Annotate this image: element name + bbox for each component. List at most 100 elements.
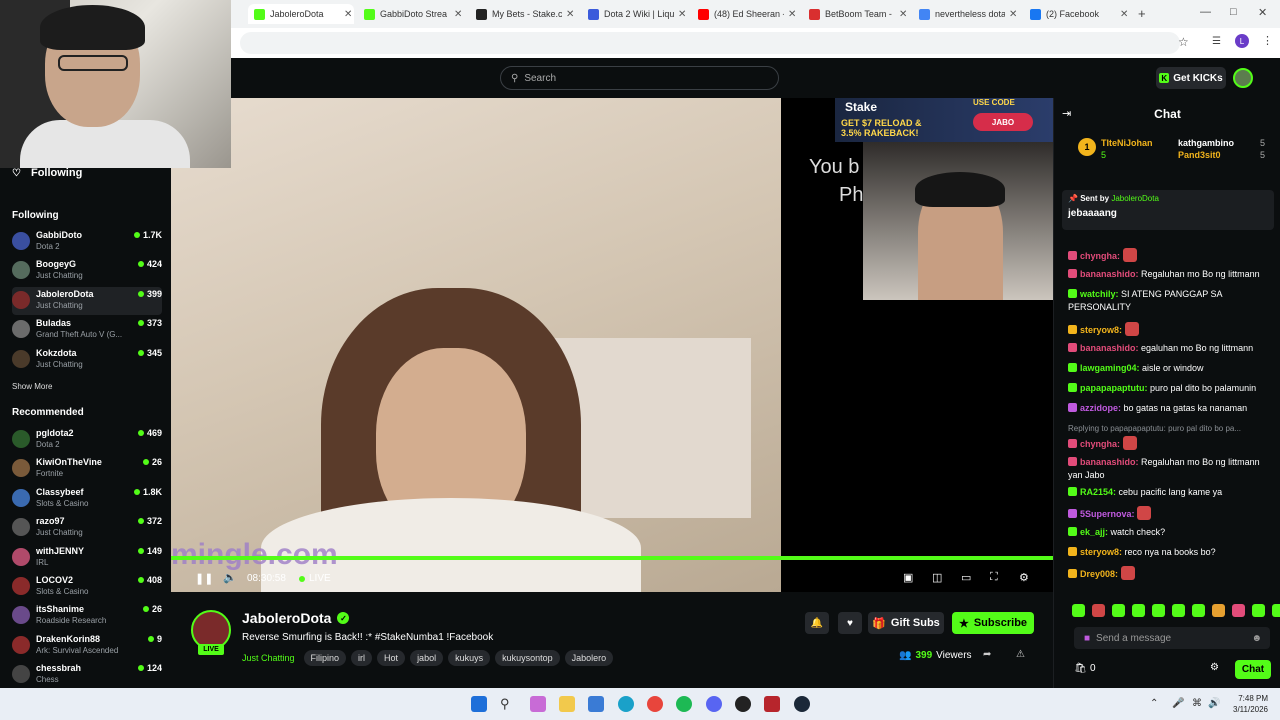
browser-tab[interactable]: JaboleroDota ✕	[248, 4, 354, 24]
quick-emote-icon[interactable]	[1172, 604, 1185, 617]
url-field[interactable]	[240, 32, 1180, 54]
system-clock[interactable]: 7:48 PM 3/11/2026	[1233, 693, 1268, 715]
dota-icon[interactable]	[764, 696, 780, 712]
store-icon[interactable]	[588, 696, 604, 712]
clip-icon[interactable]: ◫	[932, 571, 942, 584]
sidebar-channel[interactable]: BoogeyG Just Chatting 424	[12, 257, 162, 285]
chrome-icon[interactable]	[647, 696, 663, 712]
stream-tag[interactable]: irl	[351, 650, 373, 666]
chat-username[interactable]: chynghа:	[1080, 439, 1120, 449]
file-explorer-icon[interactable]	[559, 696, 575, 712]
stream-tag[interactable]: Jabolero	[564, 650, 614, 666]
sidebar-channel[interactable]: JaboleroDota Just Chatting 399	[12, 286, 162, 315]
tab-close-icon[interactable]: ✕	[344, 9, 352, 20]
maximize-icon[interactable]: □	[1230, 6, 1237, 18]
pip-icon[interactable]: ▣	[903, 571, 913, 584]
emoji-icon[interactable]: ☻	[1251, 633, 1262, 644]
fullscreen-icon[interactable]: ⛶	[990, 571, 998, 584]
profile-avatar[interactable]: L	[1235, 34, 1249, 48]
pause-icon[interactable]: ❚❚	[195, 572, 213, 585]
top-gifter-name[interactable]: Pand3sit0	[1178, 150, 1221, 160]
search-input[interactable]: ⚲ Search	[500, 66, 779, 90]
stream-tag[interactable]: Hot	[377, 650, 406, 666]
menu-icon[interactable]: ⋮	[1262, 34, 1273, 47]
tab-close-icon[interactable]: ✕	[454, 9, 462, 20]
copilot-icon[interactable]	[530, 696, 546, 712]
tab-close-icon[interactable]: ✕	[678, 9, 686, 20]
chat-send-button[interactable]: Chat	[1235, 660, 1271, 679]
tray-chevron-icon[interactable]: ⌃	[1150, 698, 1158, 709]
windows-start-icon[interactable]	[471, 696, 487, 712]
browser-tab[interactable]: (2) Facebook ✕	[1024, 4, 1130, 24]
sidebar-channel[interactable]: GabbiDoto Dota 2 1.7K	[12, 228, 162, 256]
close-window-icon[interactable]: ✕	[1258, 6, 1267, 19]
quick-emote-icon[interactable]	[1132, 604, 1145, 617]
quick-emote-icon[interactable]	[1092, 604, 1105, 617]
discord-icon[interactable]	[706, 696, 722, 712]
tab-close-icon[interactable]: ✕	[1009, 9, 1017, 20]
stream-tag[interactable]: Filipino	[303, 650, 347, 666]
pinned-message[interactable]: 📌 Sent by JaboleroDota jebaaaang	[1062, 190, 1274, 230]
streamer-name[interactable]: JaboleroDota	[242, 610, 331, 626]
chat-username[interactable]: bananashido:	[1080, 269, 1139, 279]
search-icon[interactable]: ⚲	[500, 696, 516, 712]
quick-emote-icon[interactable]	[1272, 604, 1280, 617]
minimize-icon[interactable]: —	[1200, 6, 1211, 18]
edge-icon[interactable]	[618, 696, 634, 712]
tab-close-icon[interactable]: ✕	[899, 9, 907, 20]
tab-close-icon[interactable]: ✕	[566, 9, 574, 20]
volume-icon[interactable]: 🔈	[223, 571, 237, 584]
theater-mode-icon[interactable]: ▭	[961, 571, 971, 584]
sidebar-channel[interactable]: LOCOV2 Slots & Casino 408	[12, 573, 162, 601]
report-flag-icon[interactable]: ⚠	[1016, 649, 1025, 660]
chat-username[interactable]: bananashido:	[1080, 457, 1139, 467]
quick-emote-icon[interactable]	[1112, 604, 1125, 617]
obs-icon[interactable]	[735, 696, 751, 712]
gift-subs-button[interactable]: 🎁 Gift Subs	[868, 612, 944, 634]
wifi-icon[interactable]: ⌘	[1192, 698, 1202, 709]
quick-emote-icon[interactable]	[1072, 604, 1085, 617]
chat-username[interactable]: 5Supernova:	[1080, 509, 1135, 519]
quick-emote-icon[interactable]	[1232, 604, 1245, 617]
chat-username[interactable]: RA2154:	[1080, 487, 1116, 497]
pinned-user[interactable]: JaboleroDota	[1111, 194, 1159, 203]
subscribe-button[interactable]: ★ Subscribe	[952, 612, 1034, 634]
notification-bell-button[interactable]: 🔔	[805, 612, 829, 634]
bookmark-star-icon[interactable]: ☆	[1178, 35, 1189, 49]
chat-username[interactable]: papapapaptutu:	[1080, 383, 1148, 393]
sidebar-channel[interactable]: Classybeef Slots & Casino 1.8K	[12, 485, 162, 513]
top-gifter-name[interactable]: TIteNiJohan	[1101, 138, 1153, 148]
settings-gear-icon[interactable]: ⚙	[1019, 571, 1029, 584]
quick-emote-icon[interactable]	[1152, 604, 1165, 617]
sidebar-channel[interactable]: pgldota2 Dota 2 469	[12, 426, 162, 454]
chat-username[interactable]: watchily:	[1080, 289, 1119, 299]
steam-icon[interactable]	[794, 696, 810, 712]
sidebar-channel[interactable]: chessbrah Chess 124	[12, 661, 162, 689]
reading-list-icon[interactable]: ☰	[1212, 36, 1221, 47]
stream-tag[interactable]: jabol	[410, 650, 444, 666]
sidebar-channel[interactable]: DrakenKorin88 Ark: Survival Ascended 9	[12, 632, 162, 660]
mic-icon[interactable]: 🎤	[1172, 698, 1184, 709]
get-kicks-button[interactable]: K Get KICKs	[1156, 67, 1226, 89]
quick-emote-icon[interactable]	[1192, 604, 1205, 617]
points-icon[interactable]: 🛍	[1074, 663, 1087, 674]
spotify-icon[interactable]	[676, 696, 692, 712]
quick-emote-icon[interactable]	[1212, 604, 1225, 617]
category-link[interactable]: Just Chatting	[242, 653, 295, 663]
chat-settings-icon[interactable]: ⚙	[1210, 662, 1219, 673]
sidebar-channel[interactable]: Kokzdota Just Chatting 345	[12, 346, 162, 374]
quick-emote-icon[interactable]	[1252, 604, 1265, 617]
chat-username[interactable]: Drey008:	[1080, 569, 1118, 579]
chat-username[interactable]: steryow8:	[1080, 547, 1122, 557]
tab-close-icon[interactable]: ✕	[788, 9, 796, 20]
browser-tab[interactable]: My Bets - Stake.c ✕	[470, 4, 576, 24]
sidebar-channel[interactable]: razo97 Just Chatting 372	[12, 514, 162, 542]
browser-tab[interactable]: GabbiDoto Strea ✕	[358, 4, 464, 24]
user-avatar[interactable]	[1233, 68, 1253, 88]
seek-bar[interactable]	[171, 556, 1053, 560]
share-icon[interactable]: ➦	[983, 649, 991, 660]
chat-username[interactable]: steryow8:	[1080, 325, 1122, 335]
browser-tab[interactable]: nevertheless dota ✕	[913, 4, 1019, 24]
chat-username[interactable]: lawgaming04:	[1080, 363, 1140, 373]
top-gifter-name[interactable]: kathgambino	[1178, 138, 1234, 148]
